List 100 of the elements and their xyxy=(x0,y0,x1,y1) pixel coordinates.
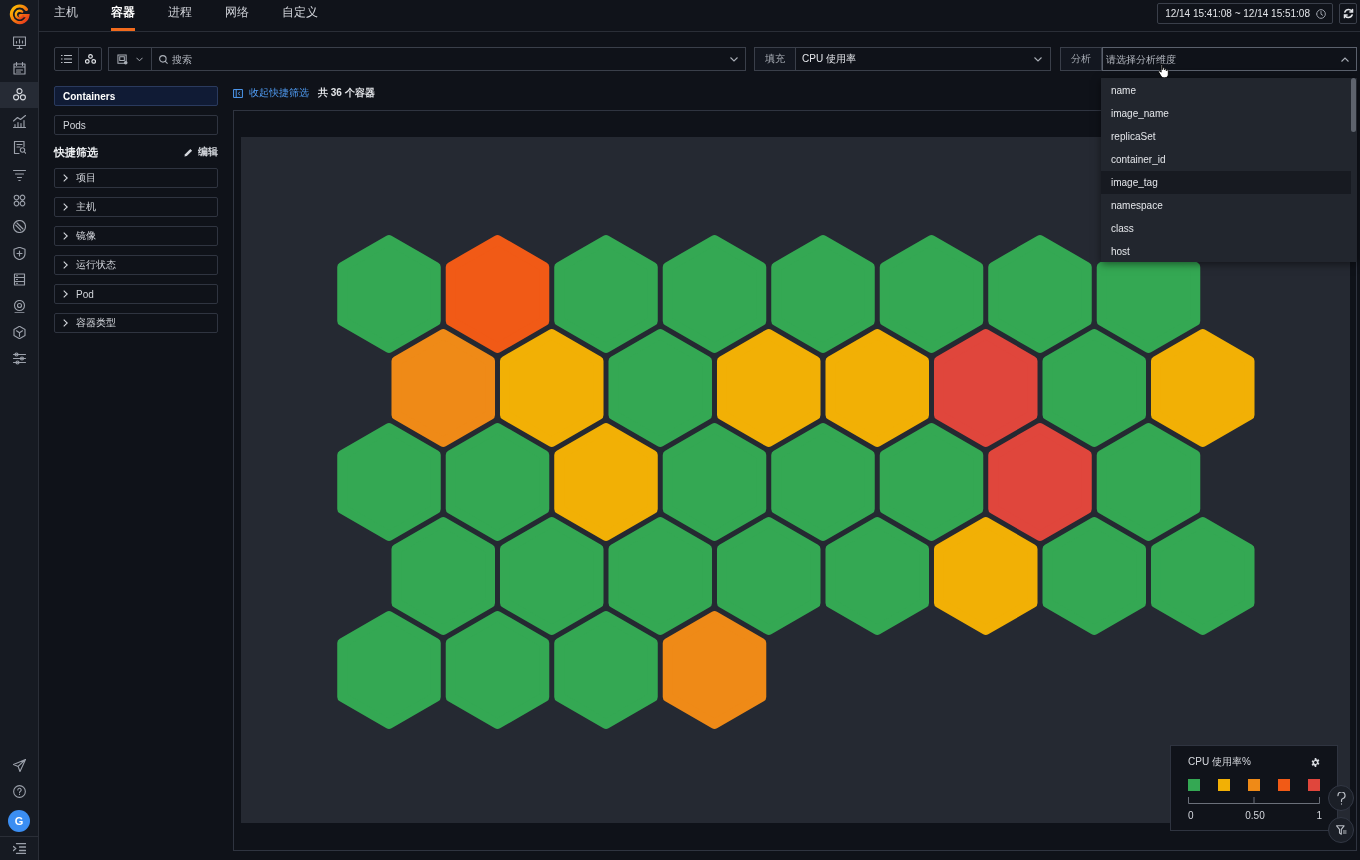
window-gear-icon xyxy=(117,53,128,65)
webcam-icon xyxy=(12,299,26,313)
dropdown-option[interactable]: image_tag xyxy=(1101,171,1351,194)
sliders-icon xyxy=(12,352,26,366)
analysis-field[interactable]: 请选择分析维度 xyxy=(1102,47,1357,71)
monitor-icon xyxy=(12,35,26,49)
container-hexagon[interactable] xyxy=(879,423,984,541)
filter-group[interactable]: 主机 xyxy=(54,197,218,217)
chevron-down-icon xyxy=(1034,56,1042,62)
filter-group[interactable]: 镜像 xyxy=(54,226,218,246)
dropdown-option[interactable]: class xyxy=(1101,217,1351,240)
container-hexagon[interactable] xyxy=(1151,517,1255,635)
collapse-filter-link[interactable]: 收起快捷筛选 xyxy=(233,86,309,100)
nav-tab[interactable]: 容器 xyxy=(111,0,135,31)
logo-icon[interactable] xyxy=(8,4,30,25)
container-hexagon[interactable] xyxy=(337,423,441,541)
clock-icon xyxy=(1316,8,1326,19)
container-hexagon[interactable] xyxy=(1151,329,1255,447)
time-range-picker[interactable]: 12/14 15:41:08 ~ 12/14 15:51:08 xyxy=(1157,3,1333,24)
edit-link[interactable]: 编辑 xyxy=(184,145,218,159)
fill-select[interactable]: CPU 使用率 xyxy=(796,47,1051,71)
container-hexagon[interactable] xyxy=(554,611,658,729)
container-hexagon[interactable] xyxy=(391,517,495,635)
container-hexagon[interactable] xyxy=(717,517,821,635)
container-hexagon[interactable] xyxy=(934,517,1038,635)
server-stack-icon xyxy=(12,273,26,287)
container-hexagon[interactable] xyxy=(445,423,550,541)
filter-group[interactable]: 运行状态 xyxy=(54,255,218,275)
container-hexagon[interactable] xyxy=(879,235,984,353)
container-hexagon[interactable] xyxy=(500,329,604,447)
grid-circles-icon xyxy=(12,194,26,208)
legend-title: CPU 使用率% xyxy=(1188,755,1251,769)
container-hexagon[interactable] xyxy=(608,329,712,447)
container-count: 共 36 个容器 xyxy=(318,86,375,100)
hand-cursor-icon xyxy=(1158,63,1170,78)
container-hexagon[interactable] xyxy=(988,235,1092,353)
analysis-label: 分析 xyxy=(1060,47,1102,71)
container-hexagon[interactable] xyxy=(662,423,767,541)
scale-label: 1 xyxy=(1316,810,1322,821)
container-hexagon[interactable] xyxy=(337,235,441,353)
paper-plane-icon xyxy=(12,758,26,772)
question-mark-icon xyxy=(1336,791,1346,805)
chevron-right-icon xyxy=(63,203,68,211)
circles-icon xyxy=(84,54,96,64)
search-icon xyxy=(159,54,168,64)
dropdown-option[interactable]: container_id xyxy=(1101,148,1351,171)
filter-button[interactable] xyxy=(1328,817,1354,843)
scale-ticks-icon xyxy=(1188,797,1320,804)
refresh-button[interactable] xyxy=(1339,3,1357,24)
container-hexagon[interactable] xyxy=(988,423,1092,541)
scale-label: 0 xyxy=(1188,810,1194,821)
container-hexagon[interactable] xyxy=(445,235,550,353)
dropdown-option[interactable]: host xyxy=(1101,240,1351,263)
container-hexagon[interactable] xyxy=(337,611,441,729)
dropdown-option[interactable]: name xyxy=(1101,79,1351,102)
dropdown-option[interactable]: namespace xyxy=(1101,194,1351,217)
container-hexagon[interactable] xyxy=(445,611,550,729)
settings-icon[interactable] xyxy=(1311,757,1320,767)
time-range-text: 12/14 15:41:08 ~ 12/14 15:51:08 xyxy=(1165,8,1310,19)
container-hexagon[interactable] xyxy=(554,423,658,541)
container-hexagon[interactable] xyxy=(1042,517,1146,635)
nav-tab[interactable]: 网络 xyxy=(225,0,249,31)
filter-icon xyxy=(1335,825,1347,835)
nav-tab[interactable]: 自定义 xyxy=(282,0,318,31)
container-hexagon[interactable] xyxy=(1042,329,1146,447)
container-hexagon[interactable] xyxy=(500,517,604,635)
object-type-tab[interactable]: Pods xyxy=(54,115,218,135)
container-hexagon[interactable] xyxy=(662,611,767,729)
container-hexagon[interactable] xyxy=(1096,423,1201,541)
object-type-tab[interactable]: Containers xyxy=(54,86,218,106)
container-hexagon[interactable] xyxy=(717,329,821,447)
container-hexagon[interactable] xyxy=(391,329,495,447)
container-hexagon[interactable] xyxy=(825,329,929,447)
scrollbar-thumb[interactable] xyxy=(1351,78,1356,132)
nav-tab[interactable]: 主机 xyxy=(54,0,78,31)
filter-group[interactable]: Pod xyxy=(54,284,218,304)
chevron-down-icon xyxy=(136,56,143,62)
fill-label: 填充 xyxy=(754,47,796,71)
container-hexagon[interactable] xyxy=(771,235,875,353)
container-hexagon[interactable] xyxy=(825,517,929,635)
quick-filter-title: 快捷筛选 xyxy=(54,144,98,160)
chevron-right-icon xyxy=(63,174,68,182)
container-hexagon[interactable] xyxy=(554,235,658,353)
search-field[interactable]: 搜索 xyxy=(152,47,746,71)
filter-group[interactable]: 项目 xyxy=(54,168,218,188)
nav-tab[interactable]: 进程 xyxy=(168,0,192,31)
container-hexagon[interactable] xyxy=(771,423,875,541)
dropdown-option[interactable]: replicaSet xyxy=(1101,125,1351,148)
calendar-icon xyxy=(12,62,26,76)
filter-group[interactable]: 容器类型 xyxy=(54,313,218,333)
dropdown-option[interactable]: image_name xyxy=(1101,102,1351,125)
chevron-up-icon xyxy=(1341,56,1349,62)
scope-select[interactable] xyxy=(108,47,152,71)
filter-lines-icon xyxy=(12,167,26,181)
container-hexagon[interactable] xyxy=(934,329,1038,447)
list-icon xyxy=(61,54,72,64)
container-hexagon[interactable] xyxy=(608,517,712,635)
container-hexagon[interactable] xyxy=(662,235,767,353)
pencil-icon xyxy=(184,147,193,157)
nav-button[interactable] xyxy=(0,81,38,109)
